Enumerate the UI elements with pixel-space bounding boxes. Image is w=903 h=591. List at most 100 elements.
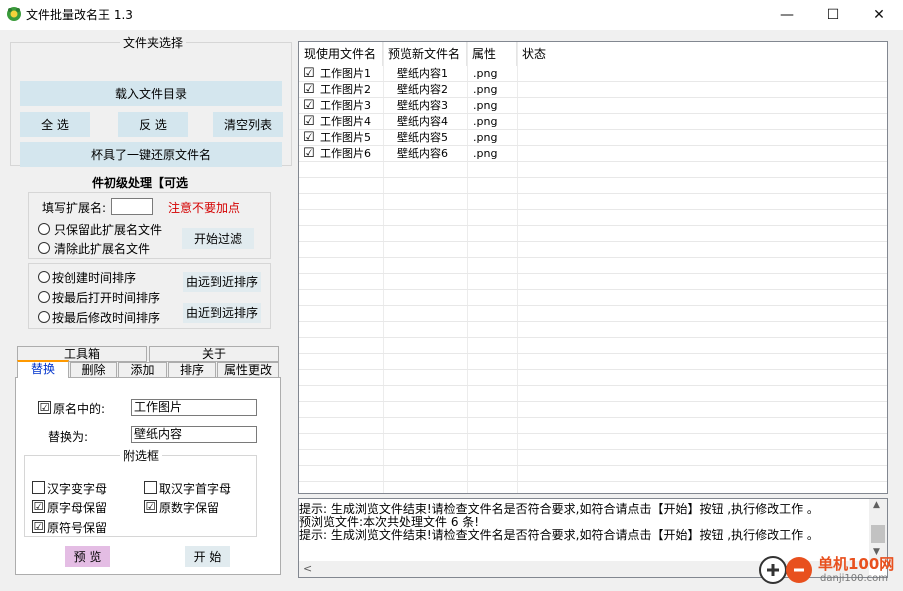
sort-created-radio[interactable] xyxy=(38,271,50,283)
options-title: 附选框 xyxy=(120,447,163,464)
log-vertical-scrollbar[interactable]: ▲ ▼ xyxy=(869,499,887,561)
start-filter-button[interactable]: 开始过滤 xyxy=(182,228,254,249)
table-row[interactable] xyxy=(299,306,887,322)
row-checkbox[interactable]: ☑ xyxy=(303,66,315,82)
table-row[interactable] xyxy=(299,434,887,450)
tab-sort[interactable]: 排序 xyxy=(168,362,216,378)
maximize-button[interactable]: ☐ xyxy=(810,0,856,30)
tab-about[interactable]: 关于 xyxy=(149,346,279,362)
sort-modified-radio[interactable] xyxy=(38,311,50,323)
table-row[interactable] xyxy=(299,178,887,194)
header-preview-name[interactable]: 预览新文件名 xyxy=(383,42,467,66)
keep-letters-checkbox[interactable]: ☑ xyxy=(32,500,45,513)
table-row[interactable] xyxy=(299,194,887,210)
table-row[interactable] xyxy=(299,370,887,386)
table-row[interactable] xyxy=(299,258,887,274)
table-row[interactable] xyxy=(299,418,887,434)
file-extension: .png xyxy=(473,83,498,96)
preview-button[interactable]: 预 览 xyxy=(65,546,110,567)
table-row[interactable] xyxy=(299,338,887,354)
table-row[interactable] xyxy=(299,386,887,402)
header-current-name[interactable]: 现使用文件名 xyxy=(299,42,383,66)
table-row[interactable] xyxy=(299,162,887,178)
table-row[interactable]: ☑ 工作图片1 壁纸内容1 .png xyxy=(299,66,887,82)
header-attribute[interactable]: 属性 xyxy=(467,42,517,66)
file-list[interactable]: 现使用文件名 预览新文件名 属性 状态 ☑ 工作图片1 壁纸内容1 .png ☑ 工作图片… xyxy=(298,41,888,494)
tab-delete[interactable]: 删除 xyxy=(70,362,117,378)
replace-with-label: 替换为: xyxy=(48,430,89,444)
current-filename: 工作图片6 xyxy=(320,147,371,160)
table-row[interactable] xyxy=(299,354,887,370)
hanzi-to-letter-label: 汉字变字母 xyxy=(47,482,108,496)
ext-label: 填写扩展名: xyxy=(42,201,107,215)
table-row[interactable] xyxy=(299,322,887,338)
ext-input[interactable] xyxy=(111,198,153,215)
keep-ext-label: 只保留此扩展名文件 xyxy=(54,223,163,237)
table-row[interactable] xyxy=(299,466,887,482)
header-status[interactable]: 状态 xyxy=(517,42,577,66)
watermark-circle-icon xyxy=(786,557,812,583)
remove-ext-radio[interactable] xyxy=(38,242,50,254)
app-logo-icon xyxy=(7,7,21,21)
table-row[interactable]: ☑ 工作图片6 壁纸内容6 .png xyxy=(299,146,887,162)
sort-opened-radio[interactable] xyxy=(38,291,50,303)
preview-filename: 壁纸内容5 xyxy=(397,131,448,144)
keep-letters-label: 原字母保留 xyxy=(47,501,108,515)
start-button[interactable]: 开 始 xyxy=(185,546,230,567)
load-directory-button[interactable]: 载入文件目录 xyxy=(20,81,282,106)
first-letter-label: 取汉字首字母 xyxy=(159,482,232,496)
title-bar: 文件批量改名王 1.3 — ☐ ✕ xyxy=(0,0,903,30)
tab-add[interactable]: 添加 xyxy=(118,362,167,378)
hanzi-to-letter-checkbox[interactable] xyxy=(32,481,45,494)
first-letter-checkbox[interactable] xyxy=(144,481,157,494)
watermark-url: danji100.com xyxy=(820,573,888,584)
row-checkbox[interactable]: ☑ xyxy=(303,146,315,162)
replace-with-input[interactable]: 壁纸内容 xyxy=(131,426,257,443)
table-row[interactable]: ☑ 工作图片4 壁纸内容4 .png xyxy=(299,114,887,130)
preview-filename: 壁纸内容3 xyxy=(397,99,448,112)
invert-selection-button[interactable]: 反 选 xyxy=(118,112,188,137)
original-name-checkbox[interactable]: ☑ xyxy=(38,401,51,414)
preview-filename: 壁纸内容1 xyxy=(397,67,448,80)
scroll-thumb[interactable] xyxy=(871,525,885,543)
preview-filename: 壁纸内容6 xyxy=(397,147,448,160)
table-row[interactable]: ☑ 工作图片2 壁纸内容2 .png xyxy=(299,82,887,98)
tab-attributes[interactable]: 属性更改 xyxy=(217,362,279,378)
table-row[interactable] xyxy=(299,402,887,418)
folder-select-title: 文件夹选择 xyxy=(120,34,187,51)
original-name-label: 原名中的: xyxy=(53,402,106,416)
scroll-up-icon[interactable]: ▲ xyxy=(873,500,880,510)
row-checkbox[interactable]: ☑ xyxy=(303,98,315,114)
restore-names-button[interactable]: 杯具了一键还原文件名 xyxy=(20,142,282,167)
ext-filter-title: 件初级处理【可选 xyxy=(92,176,189,190)
keep-digits-checkbox[interactable]: ☑ xyxy=(144,500,157,513)
table-row[interactable]: ☑ 工作图片3 壁纸内容3 .png xyxy=(299,98,887,114)
table-row[interactable]: ☑ 工作图片5 壁纸内容5 .png xyxy=(299,130,887,146)
keep-digits-label: 原数字保留 xyxy=(159,501,220,515)
select-all-button[interactable]: 全 选 xyxy=(20,112,90,137)
near-to-far-button[interactable]: 由近到远排序 xyxy=(183,303,261,323)
tab-replace[interactable]: 替换 xyxy=(17,360,69,378)
minimize-button[interactable]: — xyxy=(764,0,810,30)
file-extension: .png xyxy=(473,131,498,144)
table-row[interactable] xyxy=(299,482,887,493)
scroll-left-icon[interactable]: < xyxy=(303,562,312,575)
keep-ext-radio[interactable] xyxy=(38,223,50,235)
row-checkbox[interactable]: ☑ xyxy=(303,130,315,146)
row-checkbox[interactable]: ☑ xyxy=(303,82,315,98)
table-row[interactable] xyxy=(299,274,887,290)
far-to-near-button[interactable]: 由远到近排序 xyxy=(183,272,261,292)
table-row[interactable] xyxy=(299,226,887,242)
table-row[interactable] xyxy=(299,450,887,466)
current-filename: 工作图片4 xyxy=(320,115,371,128)
close-button[interactable]: ✕ xyxy=(856,0,902,30)
keep-symbols-checkbox[interactable]: ☑ xyxy=(32,520,45,533)
ext-warning-text: 注意不要加点 xyxy=(168,201,241,215)
clear-list-button[interactable]: 清空列表 xyxy=(213,112,283,137)
table-row[interactable] xyxy=(299,210,887,226)
original-name-input[interactable]: 工作图片 xyxy=(131,399,257,416)
table-row[interactable] xyxy=(299,290,887,306)
table-row[interactable] xyxy=(299,242,887,258)
row-checkbox[interactable]: ☑ xyxy=(303,114,315,130)
remove-ext-label: 清除此扩展名文件 xyxy=(54,242,151,256)
